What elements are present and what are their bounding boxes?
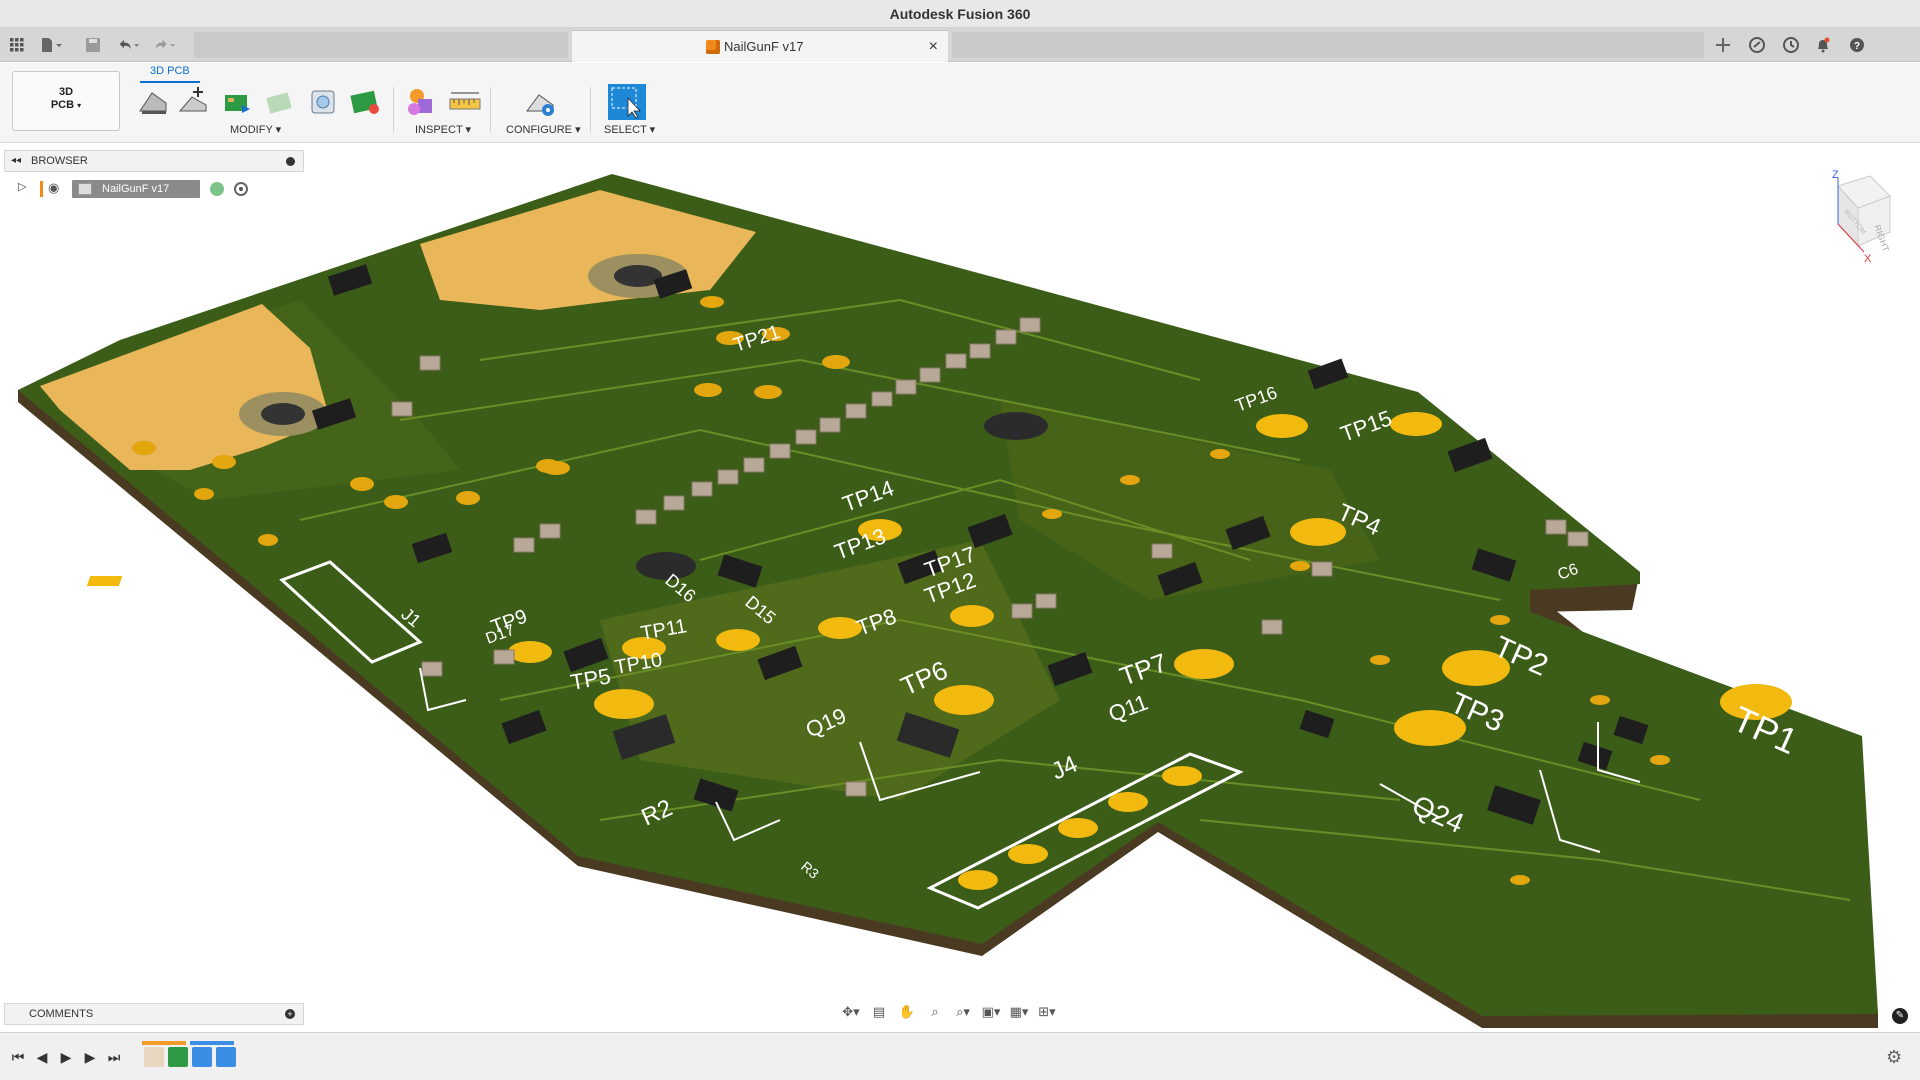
group-separator [590,87,591,133]
group-separator [490,87,491,133]
measure-shapes-icon[interactable] [404,85,438,119]
timeline-bar: ⏮ ◀ ▶ ▶ ⏭ ⚙ [0,1032,1920,1080]
orbit-icon[interactable]: ✥▾ [840,1002,862,1022]
root-node-label-box[interactable]: NailGunF v17 [72,180,200,198]
toolbar-ribbon: 3D PCB ▾ 3D PCB MODIFY ▾ INSPECT ▾ CONFI… [0,63,1920,143]
move-pcb-icon[interactable] [176,85,210,119]
browser-title: BROWSER [31,155,88,167]
z-axis-label: Z [1832,169,1839,181]
status-globe-icon[interactable] [210,182,224,196]
play-icon[interactable]: ▶ [56,1047,76,1067]
configure-arrow: ▾ [575,124,581,136]
mount-hole [614,265,662,287]
feedback-icon[interactable]: ✎ [1892,1008,1908,1024]
pcb-disabled-icon[interactable] [262,85,296,119]
mount-hole [984,412,1048,440]
push-pull-pcb-icon[interactable] [136,85,170,119]
zoom-window-icon[interactable]: ⌕▾ [952,1002,974,1022]
pcb-3d-model[interactable]: TP1 TP2 TP3 TP4 TP5 TP6 TP7 TP8 TP9 TP10… [0,144,1920,1032]
inspect-label: INSPECT [415,124,463,136]
svg-text:?: ? [1854,41,1860,52]
help-icon[interactable]: ? [1846,34,1868,56]
redo-icon[interactable] [154,34,176,56]
x-axis-label: X [1864,253,1872,264]
select-arrow: ▾ [649,124,656,136]
select-label: SELECT [604,124,647,136]
workspace-line-1: 3D [58,86,74,98]
3d-viewport[interactable]: TP1 TP2 TP3 TP4 TP5 TP6 TP7 TP8 TP9 TP10… [0,144,1920,1032]
configure-settings-icon[interactable] [523,85,557,119]
visibility-eye-icon[interactable]: ◉ [48,180,59,196]
new-tab-icon[interactable] [1712,34,1734,56]
tab-strip-left [194,32,568,58]
modify-menu[interactable]: MODIFY ▾ [230,123,281,137]
file-menu-icon[interactable] [40,34,62,56]
configure-label: CONFIGURE [506,124,572,136]
tab-document[interactable]: NailGunF v17 × [572,30,948,62]
undo-icon[interactable] [118,34,140,56]
tab-3d-pcb[interactable]: 3D PCB [140,63,200,83]
job-status-icon[interactable] [1780,34,1802,56]
navigation-bar: ✥▾ ▤ ✋ ⌕ ⌕▾ ▣▾ ▦▾ ⊞▾ [840,1000,1080,1024]
tab-bar: NailGunF v17 × ? [0,28,1920,62]
timeline-step-sketch[interactable] [144,1047,164,1067]
update-board-icon[interactable] [222,85,256,119]
mount-hole [636,552,696,580]
select-menu[interactable]: SELECT ▾ [604,123,655,137]
mount-hole [261,403,305,425]
workspace-line-2: PCB [50,99,75,111]
notifications-icon[interactable] [1812,34,1834,56]
fusion-360-window: Autodesk Fusion 360 NailGunF v17 × ? 3D … [0,0,1920,1080]
timeline-step-pcb[interactable] [168,1047,188,1067]
next-icon[interactable]: ▶ [80,1047,100,1067]
last-icon[interactable]: ⏭ [104,1047,124,1067]
first-icon[interactable]: ⏮ [8,1047,28,1067]
panel-options-icon[interactable] [286,157,295,166]
comments-panel[interactable]: COMMENTS + [4,1003,304,1025]
activate-radio-icon[interactable] [234,182,248,196]
grid-settings-icon[interactable]: ▦▾ [1008,1002,1030,1022]
modify-label: MODIFY [230,124,273,136]
inspect-menu[interactable]: INSPECT ▾ [415,123,471,137]
comments-title: COMMENTS [29,1008,94,1020]
modify-arrow: ▾ [275,124,282,136]
add-comment-icon[interactable]: + [285,1009,295,1019]
pan-icon[interactable]: ✋ [896,1002,918,1022]
timeline-step-image[interactable] [192,1047,212,1067]
workspace-switcher[interactable]: 3D PCB ▾ [12,71,120,131]
pcb-tool-icon[interactable] [348,85,382,119]
viewports-icon[interactable]: ⊞▾ [1036,1002,1058,1022]
browser-panel-header[interactable]: ◂◂ BROWSER [4,150,304,172]
save-icon[interactable] [82,34,104,56]
look-at-icon[interactable]: ▤ [868,1002,890,1022]
select-tool-icon[interactable] [608,84,646,120]
close-tab-icon[interactable]: × [929,31,938,63]
collapse-panel-icon[interactable]: ◂◂ [11,151,21,171]
document-icon [78,183,92,195]
tab-strip-right [952,32,1704,58]
tab-document-label: NailGunF v17 [724,39,804,54]
previous-icon[interactable]: ◀ [32,1047,52,1067]
configure-menu[interactable]: CONFIGURE ▾ [506,123,581,137]
zoom-icon[interactable]: ⌕ [924,1002,946,1022]
apps-grid-icon[interactable] [6,34,28,56]
expand-triangle-icon[interactable]: ▷ [18,180,26,193]
design-cube-icon [706,40,720,54]
measure-ruler-icon[interactable] [448,85,482,119]
component-icon[interactable] [306,85,340,119]
group-separator [393,87,394,133]
viewcube[interactable]: RIGHT BOTTOM Z X [1808,168,1898,264]
settings-gear-icon[interactable]: ⚙ [1886,1047,1902,1068]
display-settings-icon[interactable]: ▣▾ [980,1002,1002,1022]
timeline-marker [142,1041,234,1045]
window-title: Autodesk Fusion 360 [889,6,1031,22]
active-indicator [40,181,43,197]
window-title-bar: Autodesk Fusion 360 [0,0,1920,28]
inspect-arrow: ▾ [465,124,472,136]
extensions-icon[interactable] [1746,34,1768,56]
timeline-step-image[interactable] [216,1047,236,1067]
root-node-label: NailGunF v17 [102,183,170,195]
